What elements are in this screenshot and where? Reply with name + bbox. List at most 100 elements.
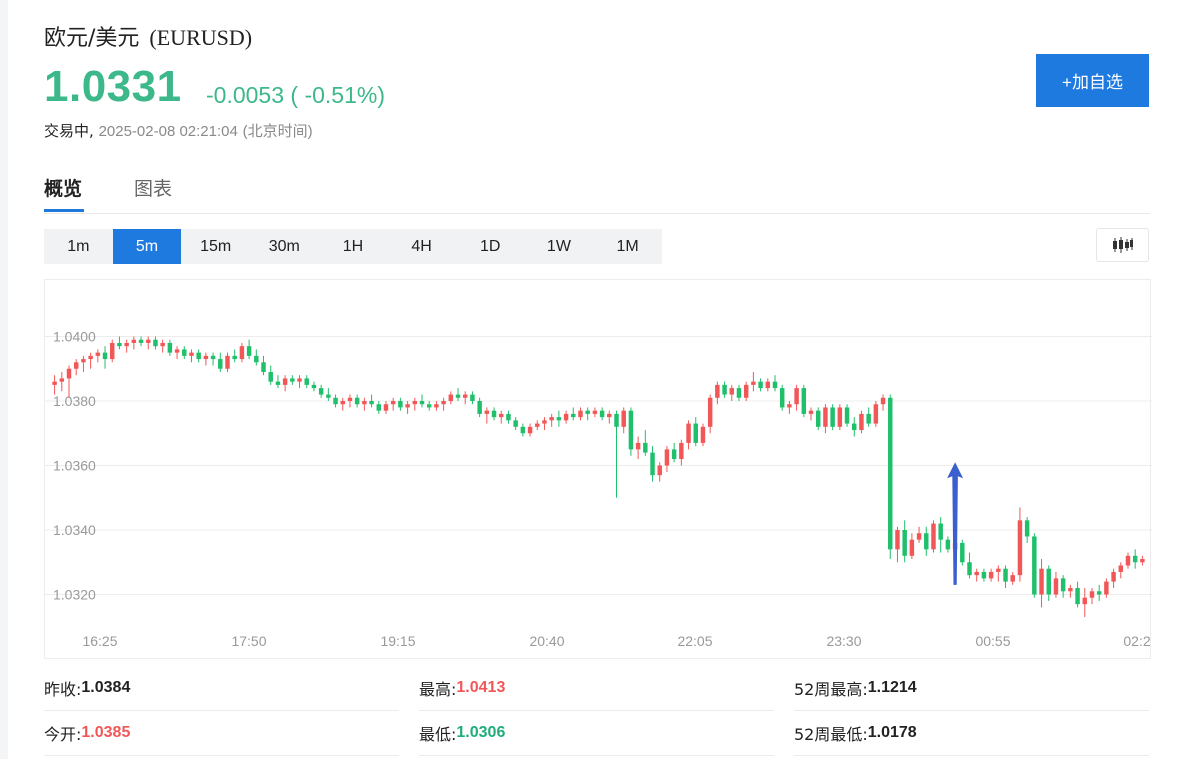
- candle-body: [852, 423, 857, 431]
- candle-body: [599, 410, 605, 418]
- interval-15m[interactable]: 15m: [181, 229, 250, 264]
- y-tick-label: 1.0360: [53, 458, 96, 474]
- candle-body: [1024, 520, 1030, 537]
- stat-52w-low: 52周最低: 1.0178: [794, 711, 1149, 756]
- candle-body: [376, 404, 382, 411]
- candle-body: [967, 562, 972, 576]
- candle-body: [1118, 565, 1124, 572]
- stat-prev-close: 昨收: 1.0384: [44, 666, 399, 711]
- candle-body: [556, 417, 562, 421]
- candle-body: [167, 342, 173, 353]
- interval-1m[interactable]: 1m: [44, 229, 113, 264]
- candle-body: [138, 339, 144, 343]
- candle-body: [945, 539, 951, 550]
- candle-body: [1125, 555, 1131, 566]
- x-tick-label: 19:15: [380, 633, 415, 649]
- candle-body: [513, 420, 518, 427]
- candle-body: [859, 413, 864, 431]
- candle-body: [1089, 591, 1095, 598]
- timezone-label: (北京时间): [242, 123, 313, 140]
- candle-body: [736, 388, 742, 398]
- candle-body: [1111, 571, 1116, 582]
- candle-body: [621, 410, 626, 427]
- trading-status: 交易中,: [44, 122, 94, 140]
- candle-body: [462, 394, 468, 398]
- stat-low: 最低: 1.0306: [419, 711, 774, 756]
- candle-body: [117, 342, 122, 347]
- candle-body: [888, 397, 893, 550]
- candle-body: [405, 404, 410, 408]
- candle-body: [743, 384, 749, 398]
- candle-body: [722, 384, 727, 395]
- x-tick-label: 16:25: [82, 633, 117, 649]
- candle-body: [563, 413, 569, 421]
- candle-body: [938, 523, 943, 540]
- candle-body: [369, 401, 374, 405]
- candle-body: [210, 355, 216, 360]
- candle-body: [772, 381, 778, 389]
- candle-body: [232, 355, 237, 360]
- candle-body: [412, 401, 418, 405]
- stat-value: 1.1214: [867, 679, 917, 696]
- x-tick-label: 22:05: [677, 633, 712, 649]
- candle-body: [693, 423, 698, 443]
- candle-body: [189, 352, 194, 356]
- candle-body: [1032, 536, 1037, 595]
- candle-body: [715, 384, 720, 398]
- interval-1h[interactable]: 1H: [319, 229, 388, 264]
- candle-body: [585, 410, 590, 414]
- candle-body: [311, 384, 317, 389]
- candle-body: [441, 401, 446, 405]
- candle-body: [866, 413, 871, 424]
- active-tab-indicator: [44, 209, 84, 212]
- candle-body: [102, 352, 108, 360]
- y-tick-label: 1.0380: [53, 393, 96, 409]
- candle-body: [909, 539, 915, 556]
- candle-body: [434, 404, 439, 408]
- candle-body: [73, 362, 79, 369]
- stat-label: 最高:: [419, 680, 457, 699]
- candle-body: [830, 407, 835, 427]
- price-chart[interactable]: 1.0400 1.0380 1.0360 1.0340 1.0320 16:25 17:50…: [44, 279, 1152, 659]
- candle-body: [196, 352, 201, 360]
- chart-type-button[interactable]: [1096, 228, 1149, 262]
- candle-body: [700, 426, 706, 443]
- candle-body: [931, 523, 936, 550]
- candle-body: [974, 571, 979, 576]
- add-to-watchlist-button[interactable]: +加自选: [1036, 54, 1149, 107]
- instrument-title: 欧元/美元 (EURUSD): [44, 20, 252, 52]
- candle-body: [1003, 568, 1008, 582]
- candle-body: [333, 397, 338, 405]
- candle-body: [1053, 578, 1059, 595]
- candle-body: [1096, 591, 1102, 595]
- tab-chart[interactable]: 图表: [134, 174, 172, 201]
- candle-body: [261, 362, 266, 372]
- interval-30m[interactable]: 30m: [250, 229, 319, 264]
- candle-body: [527, 426, 533, 434]
- interval-1mo[interactable]: 1M: [593, 229, 662, 264]
- candle-body: [347, 397, 353, 401]
- candle-body: [218, 359, 223, 369]
- candle-body: [95, 352, 101, 356]
- interval-1w[interactable]: 1W: [525, 229, 594, 264]
- candle-body: [635, 442, 641, 450]
- interval-1d[interactable]: 1D: [456, 229, 525, 264]
- candle-body: [88, 355, 93, 360]
- trading-status-line: 交易中, 2025-02-08 02:21:04 (北京时间): [44, 120, 313, 141]
- up-arrow-icon: [947, 462, 964, 585]
- tab-overview[interactable]: 概览: [44, 174, 82, 201]
- candle-body: [484, 410, 490, 414]
- candle-body: [815, 410, 821, 427]
- candle-body: [1010, 575, 1015, 582]
- candle-body: [657, 465, 662, 476]
- candle-body: [390, 401, 396, 405]
- interval-5m[interactable]: 5m: [112, 229, 182, 264]
- stat-label: 昨收:: [44, 680, 82, 699]
- interval-4h[interactable]: 4H: [387, 229, 456, 264]
- candle-body: [290, 378, 295, 382]
- candle-body: [275, 381, 281, 385]
- candle-body: [707, 397, 713, 427]
- candle-body: [1075, 588, 1080, 605]
- page-tabs: 概览 图表: [44, 172, 1150, 214]
- candle-body: [383, 404, 389, 411]
